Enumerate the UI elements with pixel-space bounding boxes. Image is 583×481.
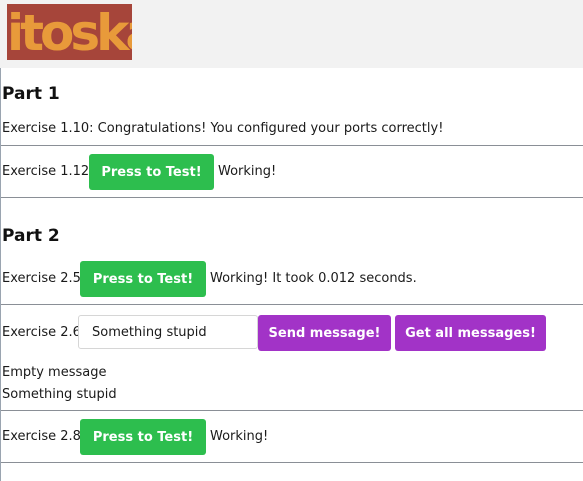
exercise-2-8-status: Working! — [210, 429, 269, 444]
exercise-2-5-test-button[interactable]: Press to Test! — [80, 261, 206, 297]
divider — [1, 197, 583, 198]
exercise-1-12-status: Working! — [218, 164, 277, 179]
header-bar: itoska — [0, 0, 583, 68]
exercise-1-10-text: Exercise 1.10: Congratulations! You conf… — [2, 121, 444, 136]
part1-heading: Part 1 — [2, 84, 60, 104]
divider — [1, 462, 583, 463]
logo-text: itoska — [7, 4, 132, 60]
send-message-button[interactable]: Send message! — [258, 315, 391, 351]
divider — [1, 410, 583, 411]
divider — [1, 304, 583, 305]
message-item: Empty message — [2, 365, 107, 380]
message-input[interactable] — [78, 315, 258, 349]
part2-heading: Part 2 — [2, 226, 60, 246]
message-item: Something stupid — [2, 387, 117, 402]
get-all-messages-button[interactable]: Get all messages! — [395, 315, 546, 351]
exercise-2-5-status: Working! It took 0.012 seconds. — [210, 271, 417, 286]
exercise-2-8-test-button[interactable]: Press to Test! — [80, 419, 206, 455]
exercise-1-12-test-button[interactable]: Press to Test! — [89, 154, 214, 190]
exercise-2-6-label: Exercise 2.6: — [2, 325, 86, 340]
exercise-1-12-label: Exercise 1.12: — [2, 164, 94, 179]
divider — [1, 145, 583, 146]
logo: itoska — [7, 4, 132, 60]
left-border — [0, 68, 1, 481]
exercise-2-5-label: Exercise 2.5: — [2, 271, 86, 286]
exercise-2-8-label: Exercise 2.8: — [2, 429, 86, 444]
